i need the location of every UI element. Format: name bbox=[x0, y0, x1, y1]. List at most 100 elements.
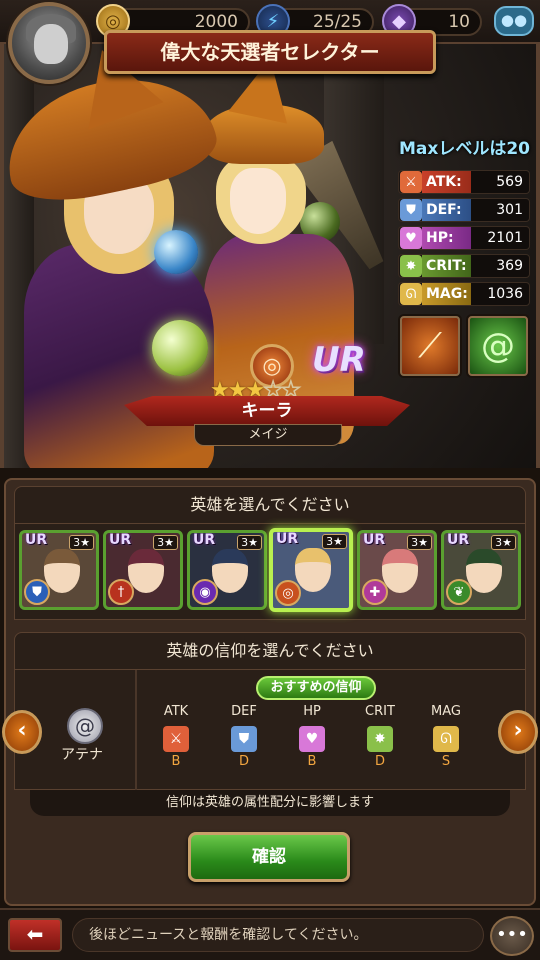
heart-icon: ♥ bbox=[299, 726, 325, 752]
stat-value: 569 bbox=[471, 171, 529, 193]
hero-portrait bbox=[44, 549, 80, 593]
confirm-button[interactable]: 確認 bbox=[188, 832, 350, 882]
stat-value: 2101 bbox=[471, 227, 529, 249]
player-avatar[interactable] bbox=[8, 2, 90, 84]
rarity-badge: UR bbox=[276, 531, 299, 547]
rarity-badge: UR bbox=[363, 532, 386, 548]
gem-value: 10 bbox=[448, 12, 470, 32]
stat-atk: ⚔ ATK: 569 bbox=[398, 170, 530, 194]
attr-name: DEF bbox=[231, 704, 257, 719]
faith-name: アテナ bbox=[61, 747, 103, 763]
bottom-bar: ⬅ 後ほどニュースと報酬を確認してください。 ••• bbox=[0, 908, 540, 960]
leaf-class-icon: ❦ bbox=[446, 579, 472, 605]
skill-spiral-icon[interactable]: @ bbox=[468, 316, 528, 376]
coin-value: 2000 bbox=[194, 12, 238, 32]
hero-card[interactable]: UR 3★ ✚ bbox=[357, 530, 437, 610]
attr-name: HP bbox=[303, 704, 321, 719]
attr-hp: HP ♥ B bbox=[282, 704, 342, 769]
max-level-label: Maxレベルは20 bbox=[398, 139, 530, 159]
hero-card-selected[interactable]: UR 3★ ◎ bbox=[269, 528, 353, 612]
attr-atk: ATK ⚔ B bbox=[146, 704, 206, 769]
stat-label: DEF: bbox=[422, 199, 471, 221]
attr-grade: B bbox=[171, 754, 181, 769]
rarity-badge: UR bbox=[447, 532, 470, 548]
shield-class-icon: ⛊ bbox=[24, 579, 50, 605]
attr-name: CRIT bbox=[365, 704, 395, 719]
stat-label: CRIT: bbox=[422, 255, 471, 277]
faith-note: 信仰は英雄の属性配分に影響します bbox=[30, 790, 510, 816]
stat-label: ATK: bbox=[422, 171, 471, 193]
hero-card[interactable]: UR 3★ ◉ bbox=[187, 530, 267, 610]
rarity-badge: UR bbox=[25, 532, 48, 548]
star-level-badge: 3★ bbox=[237, 535, 262, 550]
select-hero-heading: 英雄を選んでください bbox=[14, 486, 526, 524]
green-crystal-orb bbox=[152, 320, 208, 376]
rarity-badge: UR bbox=[312, 340, 366, 380]
crit-icon: ✸ bbox=[400, 255, 422, 277]
avatar-face bbox=[34, 24, 68, 64]
hero-portrait bbox=[212, 549, 248, 593]
page-title: 偉大な天選者セレクター bbox=[104, 30, 436, 74]
friends-icon[interactable]: ●● bbox=[494, 6, 534, 36]
stat-value: 1036 bbox=[471, 283, 529, 305]
stat-value: 369 bbox=[471, 255, 529, 277]
sword-class-icon: † bbox=[108, 579, 134, 605]
spiral-class-icon: ◎ bbox=[275, 580, 301, 606]
hero-name: キーラ bbox=[241, 401, 293, 421]
stat-value: 301 bbox=[471, 199, 529, 221]
star-level-badge: 3★ bbox=[491, 535, 516, 550]
attr-name: ATK bbox=[163, 704, 189, 719]
hero-card[interactable]: UR 3★ ❦ bbox=[441, 530, 521, 610]
star-level-badge: 3★ bbox=[153, 535, 178, 550]
stat-mag: ᘏ MAG: 1036 bbox=[398, 282, 530, 306]
shield-icon: ⛊ bbox=[400, 199, 422, 221]
star-level-badge: 3★ bbox=[69, 535, 94, 550]
hero-portrait bbox=[128, 549, 164, 593]
blue-orb bbox=[154, 230, 198, 274]
attr-crit: CRIT ✸ D bbox=[350, 704, 410, 769]
hero-portrait bbox=[466, 549, 502, 593]
divider bbox=[135, 670, 137, 790]
crit-icon: ✸ bbox=[367, 726, 393, 752]
magic-icon: ᘏ bbox=[433, 726, 459, 752]
hero-portrait bbox=[382, 549, 418, 593]
attr-grade: S bbox=[441, 754, 451, 769]
hero-name-ribbon: キーラ bbox=[124, 396, 410, 426]
back-arrow-icon[interactable]: ⬅ bbox=[8, 918, 62, 952]
hero-card[interactable]: UR 3★ † bbox=[103, 530, 183, 610]
energy-value: 25/25 bbox=[313, 12, 362, 32]
recommended-faith-badge: おすすめの信仰 bbox=[256, 676, 376, 700]
attr-grade: D bbox=[374, 754, 385, 769]
shield-icon: ⛊ bbox=[231, 726, 257, 752]
sword-icon: ⚔ bbox=[163, 726, 189, 752]
skill-slash-icon[interactable]: ⟋ bbox=[400, 316, 460, 376]
news-ticker[interactable]: 後ほどニュースと報酬を確認してください。 bbox=[72, 918, 484, 952]
stat-label: MAG: bbox=[422, 283, 471, 305]
hero-card-row: UR 3★ ⛊ UR 3★ † UR 3★ ◉ UR 3★ ◎ UR 3★ ✚ … bbox=[14, 524, 526, 620]
stat-crit: ✸ CRIT: 369 bbox=[398, 254, 530, 278]
hero-card[interactable]: UR 3★ ⛊ bbox=[19, 530, 99, 610]
stat-label: HP: bbox=[422, 227, 471, 249]
athena-faith-icon[interactable]: @ bbox=[67, 708, 103, 744]
stat-def: ⛊ DEF: 301 bbox=[398, 198, 530, 222]
hero-portrait bbox=[295, 548, 331, 592]
rarity-badge: UR bbox=[109, 532, 132, 548]
witch-face-right bbox=[230, 168, 286, 234]
mask-class-icon: ◉ bbox=[192, 579, 218, 605]
hero-class-label: メイジ bbox=[194, 424, 342, 446]
chat-icon[interactable]: ••• bbox=[490, 916, 534, 956]
sword-icon: ⚔ bbox=[400, 171, 422, 193]
attr-def: DEF ⛊ D bbox=[214, 704, 274, 769]
rarity-badge: UR bbox=[193, 532, 216, 548]
attr-name: MAG bbox=[431, 704, 461, 719]
star-level-badge: 3★ bbox=[322, 534, 347, 549]
select-faith-heading: 英雄の信仰を選んでください bbox=[14, 632, 526, 670]
prev-faith-button[interactable]: ‹ bbox=[2, 710, 42, 754]
attr-grade: B bbox=[307, 754, 317, 769]
magic-icon: ᘏ bbox=[400, 283, 422, 305]
next-faith-button[interactable]: › bbox=[498, 710, 538, 754]
attr-grade: D bbox=[238, 754, 249, 769]
heart-icon: ♥ bbox=[400, 227, 422, 249]
cross-class-icon: ✚ bbox=[362, 579, 388, 605]
star-level-badge: 3★ bbox=[407, 535, 432, 550]
